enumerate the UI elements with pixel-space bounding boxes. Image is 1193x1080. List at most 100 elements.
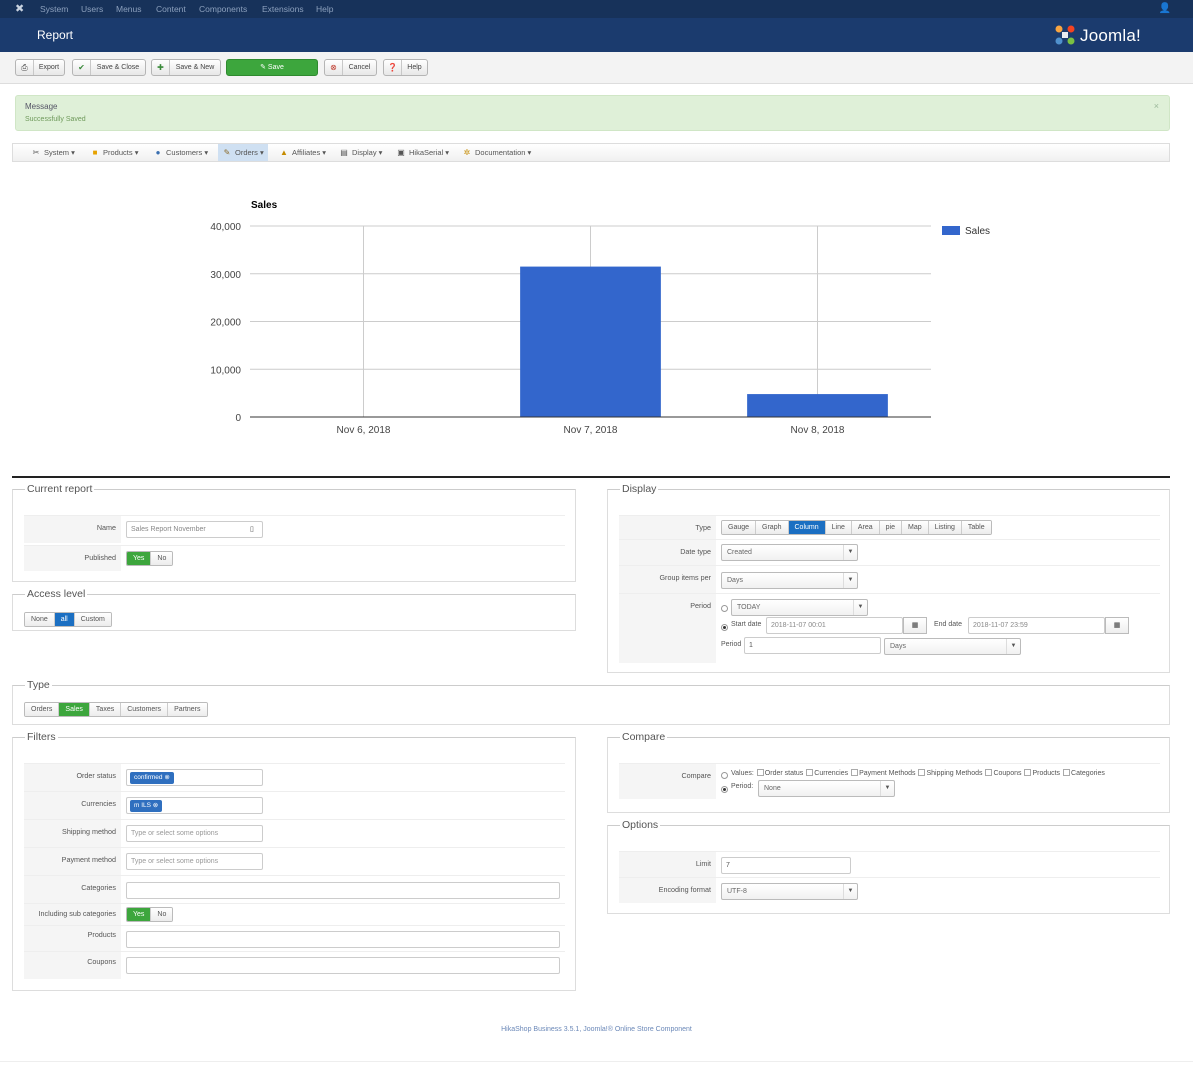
- footer-text[interactable]: HikaShop Business 3.5.1, Joomla!® Online…: [0, 1026, 1193, 1033]
- order-status-chip[interactable]: confirmed ⊗: [130, 772, 174, 784]
- compare-currencies-checkbox[interactable]: [806, 769, 814, 776]
- submenu-system[interactable]: ✂ System ▾: [31, 144, 75, 161]
- type-customers[interactable]: Customers: [121, 703, 169, 716]
- type-listing[interactable]: Listing: [928, 521, 962, 534]
- submenu-affiliates[interactable]: ▲ Affiliates ▾: [279, 144, 326, 161]
- date-type-select[interactable]: Created ▼: [721, 544, 858, 561]
- compare-row: Compare Values: Order status Currencies …: [619, 763, 1160, 799]
- group-select[interactable]: Days ▼: [721, 572, 858, 589]
- save-button[interactable]: ✎ Save: [226, 59, 318, 76]
- access-custom[interactable]: Custom: [74, 613, 111, 626]
- categories-input[interactable]: [126, 882, 560, 899]
- help-button[interactable]: ❓ Help: [383, 59, 428, 76]
- payment-input[interactable]: Type or select some options: [126, 853, 263, 870]
- user-icon[interactable]: 👤: [1159, 3, 1171, 14]
- sub-categories-yes[interactable]: Yes: [127, 908, 152, 921]
- remove-chip-icon[interactable]: ⊗: [164, 774, 169, 781]
- submenu-orders[interactable]: ✎ Orders ▾: [218, 144, 268, 161]
- name-input[interactable]: Sales Report November: [126, 521, 263, 538]
- display-type-buttons[interactable]: Gauge Graph Column Line Area pie Map Lis…: [721, 520, 992, 535]
- remove-chip-icon[interactable]: ⊗: [153, 802, 158, 809]
- encoding-label: Encoding format: [619, 878, 716, 903]
- chevron-down-icon: ▼: [853, 600, 867, 615]
- submenu-products[interactable]: ■ Products ▾: [90, 144, 139, 161]
- report-type-buttons[interactable]: Orders Sales Taxes Customers Partners: [24, 702, 208, 717]
- users-icon: ●: [155, 148, 161, 157]
- menu-system[interactable]: System: [40, 4, 68, 14]
- save-close-button[interactable]: ✔ Save & Close: [72, 59, 146, 76]
- type-pie[interactable]: pie: [879, 521, 902, 534]
- sub-categories-no[interactable]: No: [151, 908, 173, 921]
- compare-payment-checkbox[interactable]: [851, 769, 859, 776]
- calendar-icon[interactable]: ▦: [903, 617, 927, 634]
- save-new-button[interactable]: ✚ Save & New: [151, 59, 221, 76]
- cancel-button[interactable]: ⊗ Cancel: [324, 59, 377, 76]
- y-tick-label: 40,000: [210, 222, 241, 233]
- cancel-icon: ⊗: [325, 60, 343, 75]
- type-sales[interactable]: Sales: [59, 703, 90, 716]
- published-row: Published Yes No: [24, 545, 565, 571]
- submenu-hikaserial[interactable]: ▣ HikaSerial ▾: [396, 144, 449, 161]
- access-all[interactable]: all: [54, 613, 75, 626]
- published-toggle[interactable]: Yes No: [126, 551, 174, 566]
- joomla-logo-icon: [1055, 25, 1075, 45]
- compare-coupons-checkbox[interactable]: [985, 769, 993, 776]
- type-column[interactable]: Column: [788, 521, 826, 534]
- type-orders[interactable]: Orders: [25, 703, 60, 716]
- period-radio[interactable]: [721, 605, 728, 612]
- joomla-icon[interactable]: ✖: [15, 3, 27, 15]
- menu-help[interactable]: Help: [316, 4, 333, 14]
- menu-users[interactable]: Users: [81, 4, 103, 14]
- shipping-input[interactable]: Type or select some options: [126, 825, 263, 842]
- type-taxes[interactable]: Taxes: [89, 703, 122, 716]
- compare-categories-checkbox[interactable]: [1063, 769, 1071, 776]
- type-graph[interactable]: Graph: [756, 521, 789, 534]
- access-level-buttons[interactable]: None all Custom: [24, 612, 112, 627]
- close-icon[interactable]: ×: [1154, 101, 1159, 111]
- period-select[interactable]: TODAY ▼: [731, 599, 868, 616]
- published-no[interactable]: No: [151, 552, 173, 565]
- submenu-display[interactable]: ▤ Display ▾: [339, 144, 382, 161]
- currency-chip[interactable]: m ILS ⊗: [130, 800, 163, 812]
- access-none[interactable]: None: [25, 613, 55, 626]
- compare-period-select[interactable]: None ▼: [758, 780, 895, 797]
- joomla-logo: Joomla!: [1054, 24, 1169, 48]
- type-table[interactable]: Table: [961, 521, 991, 534]
- period-unit-select[interactable]: Days ▼: [884, 638, 1021, 655]
- type-partners[interactable]: Partners: [168, 703, 207, 716]
- export-button[interactable]: ⎙ Export: [15, 59, 65, 76]
- date-range-radio[interactable]: [721, 624, 728, 631]
- clear-field-icon[interactable]: ▯: [250, 525, 254, 533]
- compare-shipping-checkbox[interactable]: [918, 769, 926, 776]
- compare-values-group: Values: Order status Currencies Payment …: [731, 769, 1105, 777]
- type-area[interactable]: Area: [851, 521, 880, 534]
- limit-input[interactable]: 7: [721, 857, 851, 874]
- published-yes[interactable]: Yes: [127, 552, 152, 565]
- menu-components[interactable]: Components: [199, 4, 247, 14]
- submenu-documentation[interactable]: ✲ Documentation ▾: [462, 144, 532, 161]
- menu-menus[interactable]: Menus: [116, 4, 142, 14]
- compare-values-radio[interactable]: [721, 772, 728, 779]
- start-date-input[interactable]: 2018-11-07 00:01: [766, 617, 903, 634]
- type-gauge[interactable]: Gauge: [722, 521, 757, 534]
- end-date-input[interactable]: 2018-11-07 23:59: [968, 617, 1105, 634]
- type-map[interactable]: Map: [902, 521, 929, 534]
- menu-content[interactable]: Content: [156, 4, 186, 14]
- compare-section: Compare Compare Values: Order status Cur…: [607, 731, 1170, 813]
- compare-products-checkbox[interactable]: [1024, 769, 1032, 776]
- sub-categories-toggle[interactable]: Yes No: [126, 907, 174, 922]
- period-input[interactable]: 1: [744, 637, 881, 654]
- compare-order-status-checkbox[interactable]: [756, 769, 764, 776]
- products-input[interactable]: [126, 931, 560, 948]
- coupons-input[interactable]: [126, 957, 560, 974]
- box-icon: ■: [92, 148, 98, 157]
- encoding-select[interactable]: UTF-8 ▼: [721, 883, 858, 900]
- submenu-customers[interactable]: ● Customers ▾: [153, 144, 209, 161]
- type-line[interactable]: Line: [825, 521, 852, 534]
- calendar-icon[interactable]: ▦: [1105, 617, 1129, 634]
- y-tick-label: 30,000: [210, 270, 241, 281]
- menu-extensions[interactable]: Extensions: [262, 4, 304, 14]
- compare-period-radio[interactable]: [721, 786, 728, 793]
- chevron-down-icon: ▼: [880, 781, 894, 796]
- coupons-row: Coupons: [24, 951, 565, 979]
